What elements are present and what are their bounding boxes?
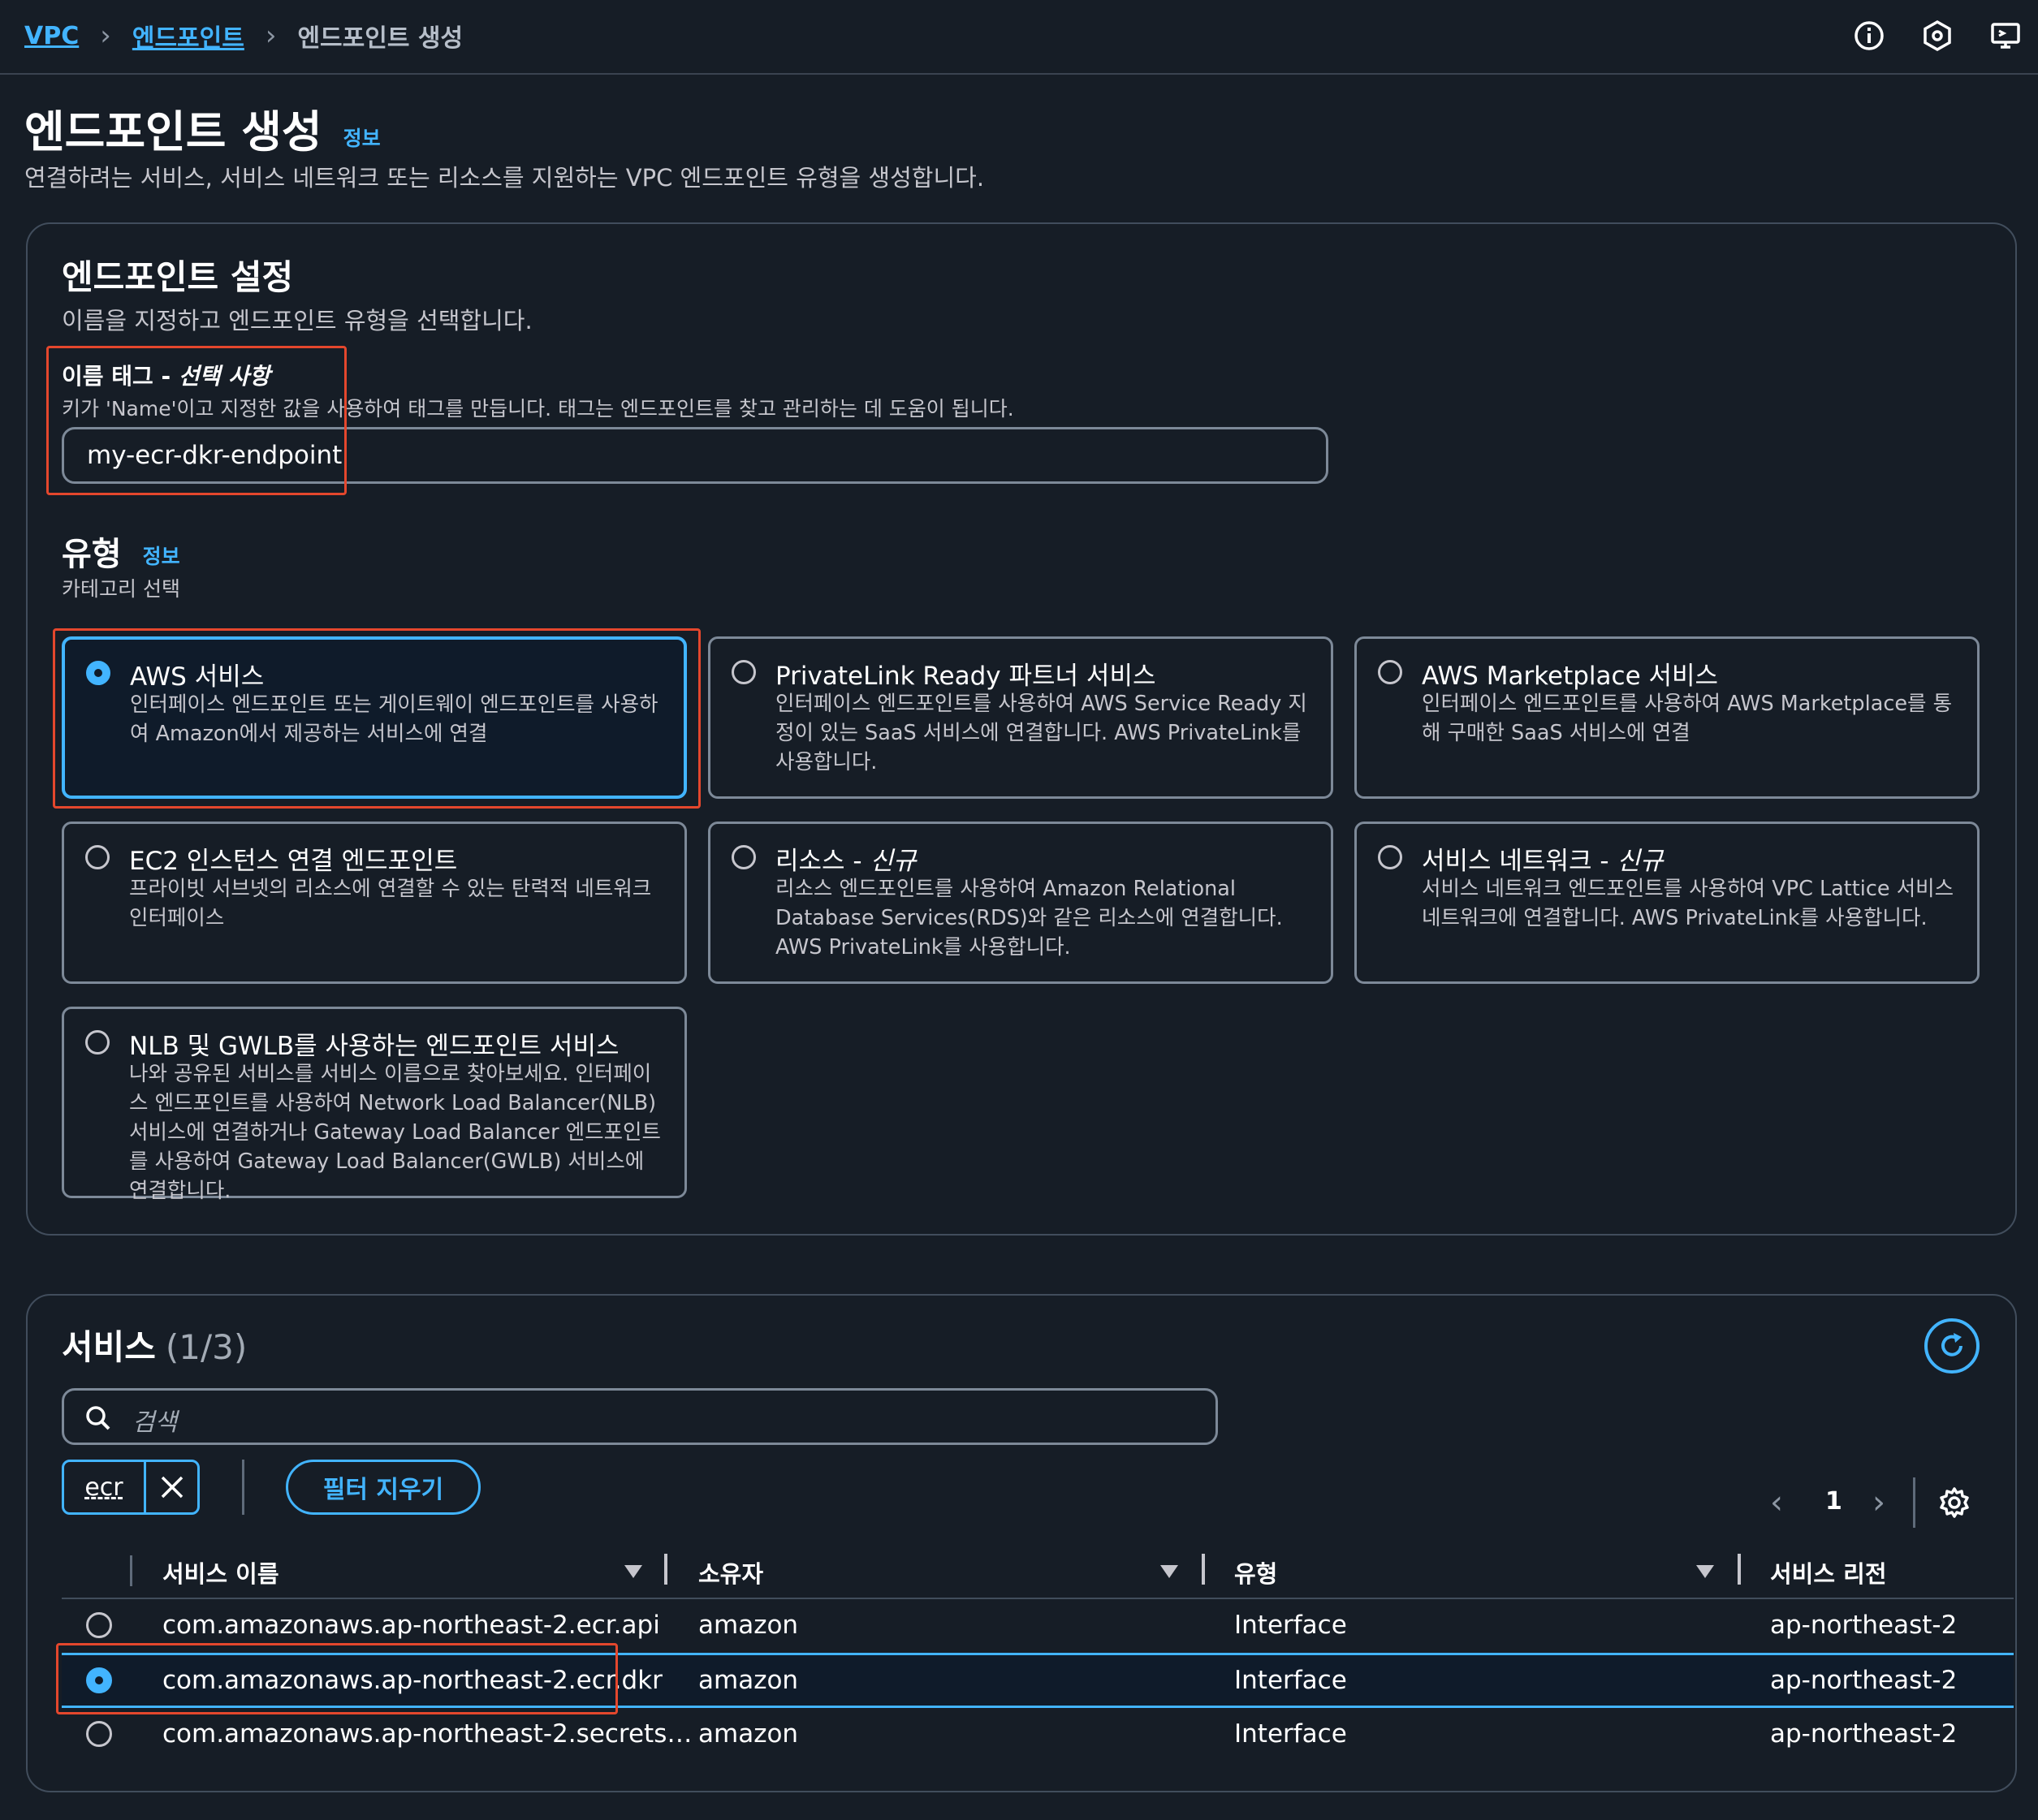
tile-resources[interactable]: 리소스 - 신규 리소스 엔드포인트를 사용하여 Amazon Relation…: [708, 822, 1333, 984]
chevron-right-icon: ›: [100, 19, 111, 52]
column-resizer[interactable]: [1202, 1554, 1205, 1585]
radio[interactable]: [732, 845, 756, 869]
tile-title: PrivateLink Ready 파트너 서비스: [775, 662, 1156, 691]
preferences-button[interactable]: [1937, 1486, 1971, 1523]
tile-description: 서비스 네트워크 엔드포인트를 사용하여 VPC Lattice 서비스 네트워…: [1422, 877, 1954, 930]
type-cell: Interface: [1234, 1719, 1347, 1749]
tile-ec2-instance-connect[interactable]: EC2 인스턴스 연결 엔드포인트 프라이빗 서브넷의 리소스에 연결할 수 있…: [62, 822, 687, 984]
breadcrumb-endpoints[interactable]: 엔드포인트: [132, 18, 244, 54]
column-divider: [130, 1555, 132, 1586]
table-row[interactable]: com.amazonaws.ap-northeast-2.secrets… am…: [62, 1708, 2014, 1762]
new-badge: 신규: [1617, 847, 1664, 876]
tile-aws-marketplace[interactable]: AWS Marketplace 서비스 인터페이스 엔드포인트를 사용하여 AW…: [1354, 636, 1980, 799]
tile-description: 인터페이스 엔드포인트를 사용하여 AWS Service Ready 지정이 …: [775, 692, 1307, 774]
settings-description: 이름을 지정하고 엔드포인트 유형을 선택합니다.: [62, 307, 533, 334]
tile-title: AWS Marketplace 서비스: [1422, 662, 1719, 691]
monitor-icon[interactable]: [1988, 18, 2023, 54]
owner-cell: amazon: [698, 1611, 799, 1640]
highlight-box-aws-services: [53, 628, 701, 809]
column-resizer[interactable]: [1738, 1554, 1741, 1585]
page-description: 연결하려는 서비스, 서비스 네트워크 또는 리소스를 지원하는 VPC 엔드포…: [24, 164, 985, 192]
tile-title-text: 서비스 네트워크 -: [1422, 847, 1617, 876]
type-help: 카테고리 선택: [62, 577, 180, 601]
owner-cell: amazon: [698, 1719, 799, 1749]
service-name-cell: com.amazonaws.ap-northeast-2.secrets…: [162, 1719, 693, 1749]
refresh-icon: [1941, 1333, 1962, 1356]
sort-icon[interactable]: [1160, 1565, 1178, 1578]
type-info-link[interactable]: 정보: [143, 541, 180, 570]
region-cell: ap-northeast-2: [1770, 1666, 1958, 1695]
column-header-owner[interactable]: 소유자: [698, 1555, 763, 1589]
tile-nlb-gwlb[interactable]: NLB 및 GWLB를 사용하는 엔드포인트 서비스 나와 공유된 서비스를 서…: [62, 1007, 687, 1203]
divider: [242, 1460, 244, 1515]
search-icon: [86, 1406, 110, 1430]
tile-description: 리소스 엔드포인트를 사용하여 Amazon Relational Databa…: [775, 877, 1283, 960]
column-header-type[interactable]: 유형: [1234, 1555, 1277, 1589]
column-header-region[interactable]: 서비스 리전: [1770, 1555, 1887, 1589]
settings-hex-icon[interactable]: [1919, 18, 1955, 54]
row-radio[interactable]: [86, 1612, 112, 1638]
tile-description: 프라이빗 서브넷의 리소스에 연결할 수 있는 탄력적 네트워크 인터페이스: [129, 877, 652, 930]
close-icon: [161, 1476, 183, 1499]
tile-title: 서비스 네트워크 - 신규: [1422, 840, 1663, 877]
radio[interactable]: [1378, 660, 1402, 684]
breadcrumb: VPC › 엔드포인트 › 엔드포인트 생성: [24, 18, 463, 54]
column-header-service-name[interactable]: 서비스 이름: [162, 1555, 279, 1589]
page-title: 엔드포인트 생성: [24, 106, 322, 157]
filter-token-label[interactable]: ecr: [64, 1462, 146, 1512]
highlight-box-name-tag: [46, 346, 347, 495]
tile-privatelink-ready[interactable]: PrivateLink Ready 파트너 서비스 인터페이스 엔드포인트를 사…: [708, 636, 1333, 799]
refresh-button[interactable]: [1924, 1318, 1980, 1374]
filter-token-remove-button[interactable]: [146, 1462, 197, 1512]
previous-page-icon[interactable]: ‹: [1770, 1484, 1783, 1521]
tile-title-text: 리소스 -: [775, 847, 870, 876]
settings-title: 엔드포인트 설정: [62, 257, 294, 297]
row-radio[interactable]: [86, 1721, 112, 1747]
type-label: 유형: [62, 536, 122, 573]
type-header: 유형 정보: [62, 528, 180, 575]
tile-title: 리소스 - 신규: [775, 840, 917, 877]
owner-cell: amazon: [698, 1666, 799, 1695]
tile-title: NLB 및 GWLB를 사용하는 엔드포인트 서비스: [129, 1032, 620, 1061]
search-input[interactable]: 검색: [62, 1388, 1218, 1445]
region-cell: ap-northeast-2: [1770, 1611, 1958, 1640]
search-placeholder: 검색: [132, 1408, 178, 1437]
radio[interactable]: [732, 660, 756, 684]
sort-icon[interactable]: [624, 1565, 642, 1578]
page-number[interactable]: 1: [1825, 1487, 1842, 1516]
type-cell: Interface: [1234, 1611, 1347, 1640]
radio[interactable]: [1378, 845, 1402, 869]
sort-icon[interactable]: [1696, 1565, 1714, 1578]
filter-token: ecr: [62, 1460, 200, 1515]
gear-icon: [1940, 1487, 1969, 1518]
tile-title: EC2 인스턴스 연결 엔드포인트: [129, 847, 458, 876]
table-header: [62, 1547, 2014, 1599]
tile-description: 인터페이스 엔드포인트를 사용하여 AWS Marketplace를 통해 구매…: [1422, 692, 1953, 745]
chevron-right-icon: ›: [265, 19, 277, 52]
page-header: 엔드포인트 생성 정보: [24, 96, 381, 160]
highlight-box-ecr-dkr: [56, 1643, 618, 1714]
clear-filter-button[interactable]: 필터 지우기: [286, 1460, 481, 1515]
next-page-icon[interactable]: ›: [1872, 1484, 1885, 1521]
new-badge: 신규: [870, 847, 917, 876]
region-cell: ap-northeast-2: [1770, 1719, 1958, 1749]
breadcrumb-current: 엔드포인트 생성: [297, 24, 464, 53]
info-link[interactable]: 정보: [343, 123, 381, 152]
services-title: 서비스: [62, 1327, 156, 1367]
services-count: (1/3): [165, 1327, 248, 1367]
column-resizer[interactable]: [664, 1554, 667, 1585]
top-bar: VPC › 엔드포인트 › 엔드포인트 생성: [0, 0, 2038, 75]
type-cell: Interface: [1234, 1666, 1347, 1695]
tile-service-network[interactable]: 서비스 네트워크 - 신규 서비스 네트워크 엔드포인트를 사용하여 VPC L…: [1354, 822, 1980, 984]
services-header: 서비스 (1/3): [62, 1320, 247, 1369]
radio[interactable]: [85, 845, 110, 869]
radio[interactable]: [85, 1030, 110, 1054]
breadcrumb-vpc[interactable]: VPC: [24, 22, 79, 50]
info-icon[interactable]: [1851, 18, 1887, 54]
tile-description: 나와 공유된 서비스를 서비스 이름으로 찾아보세요. 인터페이스 엔드포인트를…: [129, 1062, 661, 1203]
divider: [1913, 1477, 1915, 1528]
service-name-cell: com.amazonaws.ap-northeast-2.ecr.api: [162, 1611, 660, 1640]
